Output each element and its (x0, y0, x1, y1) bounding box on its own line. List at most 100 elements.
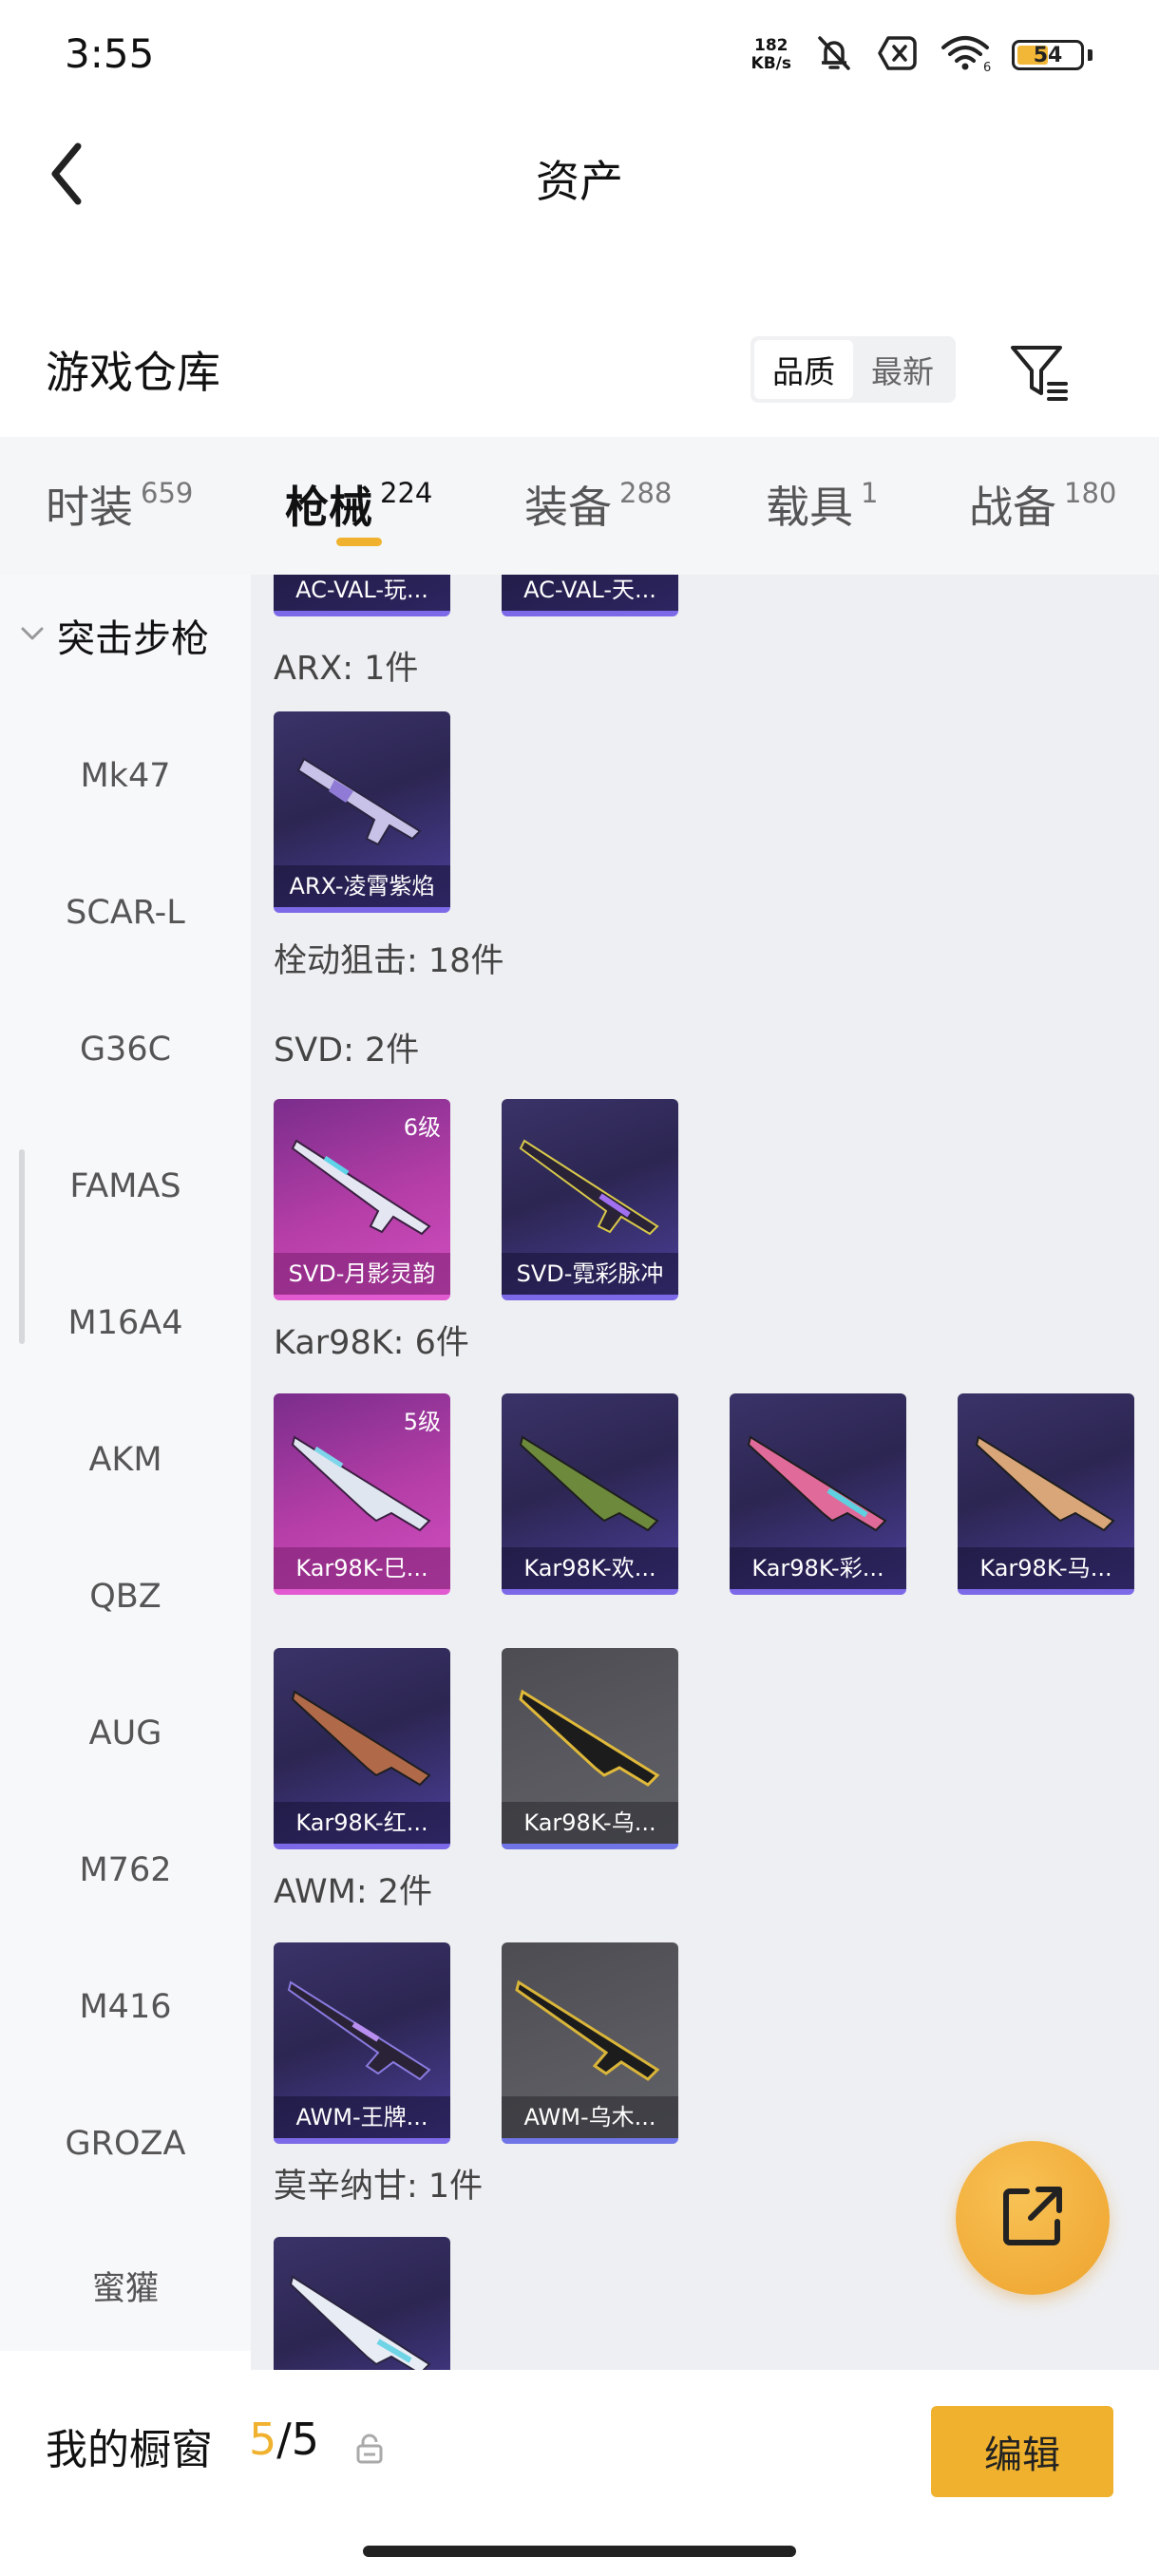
item-card-kar98k-1[interactable]: 5级 Kar98K-巳... (274, 1393, 450, 1595)
category-tabs: 时装 659 枪械 224 装备 288 载具 1 战备 180 (0, 437, 1159, 575)
tab-count: 224 (380, 477, 433, 509)
section-label-svd: SVD: 2件 (274, 1032, 420, 1070)
showcase-count: 5/5 (249, 2414, 319, 2465)
item-card-kar98k-6[interactable]: Kar98K-乌... (502, 1648, 678, 1849)
item-name: Kar98K-红... (274, 1802, 450, 1844)
sniper-rifle-icon (287, 1980, 431, 2081)
item-card-svd-1[interactable]: 6级 SVD-月影灵韵 (274, 1099, 450, 1300)
filter-icon (1005, 346, 1072, 408)
item-card-awm-2[interactable]: AWM-乌木... (502, 1942, 678, 2144)
tab-fashion[interactable]: 时装 659 (46, 473, 193, 536)
sidebar-item-aug[interactable]: AUG (0, 1714, 251, 1752)
item-card-mosin-1[interactable] (274, 2237, 450, 2370)
filter-button[interactable] (1005, 338, 1072, 405)
item-name: SVD-霓彩脉冲 (502, 1253, 678, 1295)
tab-vehicles[interactable]: 载具 1 (766, 473, 878, 536)
page-title: 资产 (536, 156, 623, 207)
sidebar-group-assault-rifles[interactable]: 突击步枪 (19, 608, 209, 663)
item-name: AC-VAL-玩... (274, 575, 450, 611)
chevron-down-icon (19, 624, 46, 647)
status-bar: 3:55 182 KB/s 6 54 (0, 0, 1159, 109)
item-name: AWM-乌木... (502, 2096, 678, 2138)
svg-text:6: 6 (983, 61, 991, 72)
sidebar-item-scar-l[interactable]: SCAR-L (0, 894, 251, 932)
sidebar-item-m416[interactable]: M416 (0, 1988, 251, 2026)
sniper-rifle-icon (291, 1690, 431, 1787)
showcase-label: 我的橱窗 (46, 2426, 213, 2474)
wifi-icon: 6 (940, 34, 991, 76)
tab-combat-supplies[interactable]: 战备 180 (969, 473, 1116, 536)
inventory-grid: AC-VAL-玩... AC-VAL-天... ARX: 1件 ARX-凌霄紫焰… (251, 575, 1159, 2370)
sidebar-item-mk47[interactable]: Mk47 (0, 757, 251, 795)
item-card-kar98k-5[interactable]: Kar98K-红... (274, 1648, 450, 1849)
sidebar-item-g36c[interactable]: G36C (0, 1031, 251, 1069)
item-name: Kar98K-彩... (730, 1547, 906, 1589)
item-name: AWM-王牌... (274, 2096, 450, 2138)
sidebar-item-honey-badger[interactable]: 蜜獾 (0, 2262, 251, 2310)
item-card-kar98k-2[interactable]: Kar98K-欢... (502, 1393, 678, 1595)
sniper-rifle-icon (747, 1435, 887, 1532)
sniper-rifle-icon (519, 1689, 660, 1787)
item-card-kar98k-3[interactable]: Kar98K-彩... (730, 1393, 906, 1595)
showcase-current: 5 (249, 2414, 277, 2465)
share-external-icon (998, 2182, 1067, 2254)
item-card-acval-2[interactable]: AC-VAL-天... (502, 575, 678, 616)
section-label-mosin-nagant: 莫辛纳甘: 1件 (274, 2168, 484, 2206)
item-card-acval-1[interactable]: AC-VAL-玩... (274, 575, 450, 616)
no-sim-icon (877, 34, 919, 76)
item-name: Kar98K-巳... (274, 1547, 450, 1589)
tab-count: 180 (1064, 477, 1117, 509)
item-name: ARX-凌霄紫焰 (274, 865, 450, 907)
item-name: Kar98K-马... (958, 1547, 1134, 1589)
sidebar-item-qbz[interactable]: QBZ (0, 1578, 251, 1616)
home-indicator[interactable] (363, 2546, 796, 2557)
showcase-total: 5 (291, 2414, 320, 2465)
section-label-awm: AWM: 2件 (274, 1873, 433, 1911)
sidebar-item-famas[interactable]: FAMAS (0, 1167, 251, 1205)
status-time: 3:55 (65, 30, 155, 77)
sort-option-quality[interactable]: 品质 (754, 340, 853, 399)
share-button[interactable] (956, 2141, 1110, 2295)
item-level: 5级 (403, 1409, 441, 1435)
item-name: AC-VAL-天... (502, 575, 678, 611)
net-speed-unit: KB/s (750, 54, 791, 73)
tab-label: 枪械 (285, 482, 372, 533)
sidebar-group-label: 突击步枪 (57, 617, 209, 661)
showcase-separator: / (276, 2414, 292, 2465)
network-speed: 182 KB/s (751, 37, 791, 73)
lock-icon (355, 2433, 384, 2465)
sidebar-item-m16a4[interactable]: M16A4 (0, 1304, 251, 1342)
battery-tip (1088, 49, 1092, 61)
item-card-svd-2[interactable]: SVD-霓彩脉冲 (502, 1099, 678, 1300)
sidebar-item-groza[interactable]: GROZA (0, 2125, 251, 2163)
sidebar-item-akm[interactable]: AKM (0, 1441, 251, 1479)
item-card-awm-1[interactable]: AWM-王牌... (274, 1942, 450, 2144)
tab-label: 载具 (766, 482, 853, 533)
sniper-rifle-icon (515, 1979, 660, 2081)
tab-label: 装备 (524, 482, 612, 533)
section-label-bolt-action: 栓动狙击: 18件 (274, 942, 504, 980)
item-card-kar98k-4[interactable]: Kar98K-马... (958, 1393, 1134, 1595)
net-speed-value: 182 (754, 36, 788, 55)
status-icons: 182 KB/s 6 54 (751, 32, 1092, 78)
item-level: 6级 (403, 1114, 441, 1141)
item-card-arx[interactable]: ARX-凌霄紫焰 (274, 711, 450, 913)
sniper-rifle-icon (289, 2275, 431, 2370)
section-label-kar98k: Kar98K: 6件 (274, 1324, 469, 1362)
sidebar-item-m762[interactable]: M762 (0, 1851, 251, 1889)
rifle-icon (296, 757, 422, 846)
tab-label: 战备 (969, 482, 1056, 533)
battery-percentage: 54 (1033, 43, 1063, 67)
item-name: SVD-月影灵韵 (274, 1253, 450, 1295)
sort-option-newest[interactable]: 最新 (853, 340, 952, 399)
tab-count: 659 (141, 477, 194, 509)
tab-firearms[interactable]: 枪械 224 (285, 473, 432, 536)
tab-count: 288 (619, 477, 673, 509)
sniper-rifle-icon (975, 1435, 1115, 1532)
item-name: Kar98K-欢... (502, 1547, 678, 1589)
edit-button[interactable]: 编辑 (931, 2406, 1113, 2497)
sort-toggle: 品质 最新 (750, 336, 956, 403)
tab-equipment[interactable]: 装备 288 (524, 473, 672, 536)
tab-label: 时装 (46, 482, 133, 533)
warehouse-header: 游戏仓库 品质 最新 (0, 313, 1159, 437)
